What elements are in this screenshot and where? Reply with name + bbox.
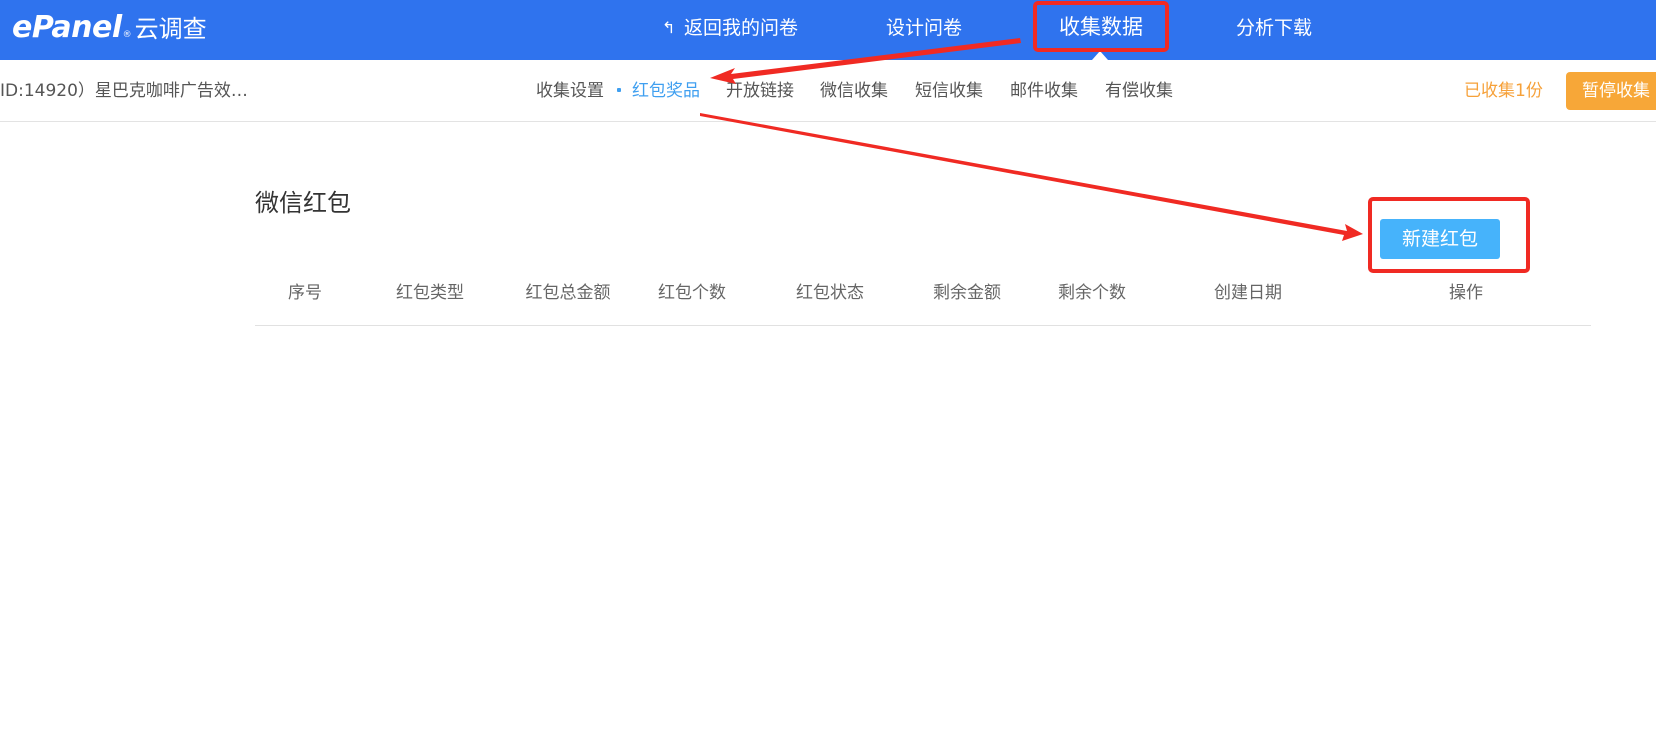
- logo-registered: ®: [122, 30, 132, 40]
- column-header-actions: 操作: [1449, 283, 1483, 303]
- section-title: 微信红包: [255, 189, 351, 217]
- tab-red-packet-label: 红包奖品: [632, 81, 700, 101]
- column-header-created-date: 创建日期: [1214, 283, 1282, 303]
- arrow-to-new-button: [700, 113, 1363, 241]
- nav-back-label: 返回我的问卷: [684, 17, 799, 39]
- column-header-total-amount: 红包总金额: [525, 283, 611, 303]
- column-header-status: 红包状态: [796, 283, 864, 303]
- nav-back-to-my-surveys[interactable]: ↰ 返回我的问卷: [662, 0, 798, 56]
- new-red-packet-button[interactable]: 新建红包: [1380, 219, 1500, 259]
- column-header-remaining-amount: 剩余金额: [933, 283, 1001, 303]
- tab-collect-settings[interactable]: 收集设置: [536, 60, 604, 122]
- epanel-logo[interactable]: ePanel ® 云调查: [12, 8, 207, 48]
- column-header-count: 红包个数: [658, 283, 726, 303]
- red-packet-table-header: 序号 红包类型 红包总金额 红包个数 红包状态 剩余金额 剩余个数 创建日期 操…: [255, 272, 1591, 326]
- tab-email-collect[interactable]: 邮件收集: [1010, 60, 1078, 122]
- column-header-index: 序号: [288, 283, 322, 303]
- nav-design-survey[interactable]: 设计问卷: [886, 0, 962, 56]
- back-arrow-icon: ↰: [662, 18, 676, 37]
- active-nav-caret: [1092, 51, 1108, 60]
- column-header-type: 红包类型: [396, 283, 464, 303]
- tab-sms-collect[interactable]: 短信收集: [915, 60, 983, 122]
- active-tab-dot: [617, 88, 621, 92]
- tab-open-link[interactable]: 开放链接: [726, 60, 794, 122]
- tab-paid-collect[interactable]: 有偿收集: [1105, 60, 1173, 122]
- survey-title: ID:14920）星巴克咖啡广告效…: [0, 81, 248, 101]
- collected-count[interactable]: 已收集1份: [1464, 60, 1543, 122]
- nav-analysis-download[interactable]: 分析下载: [1236, 0, 1312, 56]
- top-navbar: ePanel ® 云调查 ↰ 返回我的问卷 设计问卷 收集数据 分析下载: [0, 0, 1656, 60]
- tab-wechat-collect[interactable]: 微信收集: [820, 60, 888, 122]
- pause-collect-button[interactable]: 暂停收集: [1566, 72, 1656, 110]
- tab-red-packet-prizes[interactable]: 红包奖品: [617, 60, 700, 122]
- nav-collect-data[interactable]: 收集数据: [1034, 3, 1168, 51]
- sub-navbar: ID:14920）星巴克咖啡广告效… 收集设置 红包奖品 开放链接 微信收集 短…: [0, 60, 1656, 122]
- column-header-remaining-count: 剩余个数: [1058, 283, 1126, 303]
- logo-mark: ePanel: [12, 10, 122, 45]
- logo-name: 云调查: [134, 15, 207, 43]
